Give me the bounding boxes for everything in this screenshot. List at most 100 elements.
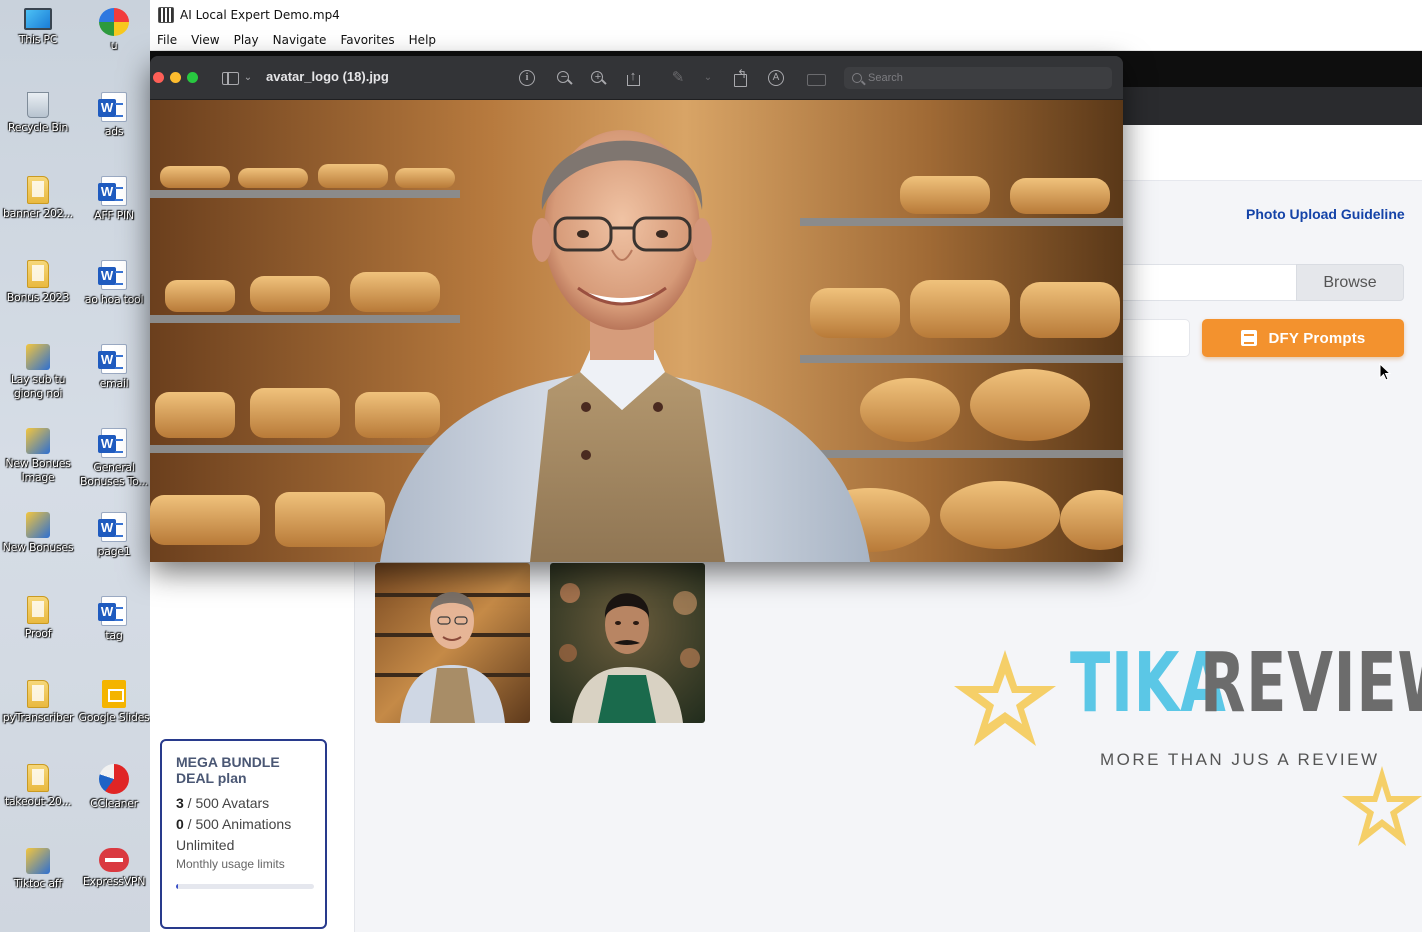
menu-view[interactable]: View bbox=[191, 33, 219, 47]
desktop-icon-label: New Bonues Image bbox=[5, 457, 71, 484]
expressvpn-icon bbox=[99, 848, 129, 872]
star-outline-icon bbox=[954, 650, 1056, 746]
chevron-down-icon[interactable]: ⌄ bbox=[698, 68, 718, 88]
watermark-tagline: MORE THAN JUS A REVIEW bbox=[1100, 750, 1380, 769]
viewer-search-input[interactable] bbox=[868, 72, 1098, 84]
desktop-icon-u[interactable]: u bbox=[76, 8, 152, 53]
desktop-icon-general-bonuses[interactable]: General Bonuses To... bbox=[76, 428, 152, 489]
avatar-baker-image bbox=[375, 563, 530, 723]
folder-icon bbox=[27, 680, 49, 708]
avatar-thumbnail[interactable] bbox=[375, 563, 530, 723]
this-pc-icon bbox=[24, 8, 52, 30]
photo-upload-guideline-link[interactable]: Photo Upload Guideline bbox=[1246, 206, 1405, 222]
menu-favorites[interactable]: Favorites bbox=[340, 33, 394, 47]
avatars-used-count: 3 bbox=[176, 795, 184, 811]
browse-button[interactable]: Browse bbox=[1296, 264, 1404, 301]
zoom-in-icon[interactable]: + bbox=[588, 68, 608, 88]
plan-card: MEGA BUNDLE DEAL plan 3 / 500 Avatars 0 … bbox=[160, 739, 327, 929]
search-icon bbox=[852, 73, 862, 83]
tika-review-watermark: TIKA REVIEW MORE THAN JUS A REVIEW bbox=[950, 636, 1422, 856]
desktop-icon-label: AFF PIN bbox=[94, 209, 134, 222]
plan-usage-note: Monthly usage limits bbox=[176, 857, 285, 871]
menu-file[interactable]: File bbox=[157, 33, 177, 47]
rotate-icon[interactable] bbox=[731, 64, 751, 88]
sidebar-toggle-icon[interactable] bbox=[220, 68, 240, 88]
dfy-prompts-button[interactable]: DFY Prompts bbox=[1202, 319, 1404, 357]
info-icon[interactable] bbox=[517, 68, 537, 88]
player-title: AI Local Expert Demo.mp4 bbox=[180, 8, 340, 22]
desktop-icon-ads[interactable]: ads bbox=[76, 92, 152, 139]
desktop-icon-label: Google Slides bbox=[78, 711, 150, 724]
desktop-icon-takeout[interactable]: takeout-20... bbox=[0, 764, 76, 809]
desktop-icon-label: ao hoa tool bbox=[84, 293, 144, 306]
desktop-icon-label: Proof bbox=[24, 627, 52, 640]
annotate-icon[interactable] bbox=[766, 68, 786, 88]
word-doc-icon bbox=[98, 344, 127, 374]
word-doc-icon bbox=[98, 92, 127, 122]
player-menubar: File View Play Navigate Favorites Help bbox=[150, 30, 1422, 51]
animations-usage: 0 / 500 Animations bbox=[176, 816, 311, 833]
viewer-filename: avatar_logo (18).jpg bbox=[266, 69, 389, 84]
sign-icon[interactable] bbox=[806, 68, 826, 88]
desktop-icon-aff-pin[interactable]: AFF PIN bbox=[76, 176, 152, 223]
desktop-icon-ccleaner[interactable]: CCleaner bbox=[76, 764, 152, 811]
desktop-icon-expressvpn[interactable]: ExpressVPN bbox=[76, 848, 152, 889]
desktop-icon-new-bonues-image[interactable]: New Bonues Image bbox=[0, 428, 76, 485]
desktop-icon-label: Bonus 2023 bbox=[6, 291, 70, 304]
folder-icon bbox=[27, 260, 49, 288]
desktop-icon-banner[interactable]: banner 202... bbox=[0, 176, 76, 221]
zoom-window-button[interactable] bbox=[187, 72, 198, 83]
usage-progress-bar bbox=[176, 884, 314, 889]
viewer-search-box[interactable] bbox=[844, 67, 1112, 89]
document-icon bbox=[1240, 330, 1257, 346]
minimize-window-button[interactable] bbox=[170, 72, 181, 83]
desktop-icon-lay-sub[interactable]: Lay sub tu giong noi bbox=[0, 344, 76, 401]
word-doc-icon bbox=[98, 176, 127, 206]
film-icon bbox=[158, 7, 174, 23]
viewer-image[interactable] bbox=[150, 100, 1123, 562]
desktop-icon-label: banner 202... bbox=[2, 207, 74, 220]
plan-unlimited: Unlimited bbox=[176, 837, 235, 853]
markup-pen-icon[interactable]: ✎ bbox=[668, 68, 688, 88]
desktop-icon-proof[interactable]: Proof bbox=[0, 596, 76, 641]
menu-play[interactable]: Play bbox=[234, 33, 259, 47]
app-icon bbox=[26, 428, 50, 454]
menu-navigate[interactable]: Navigate bbox=[273, 33, 327, 47]
desktop-icon-label: CCleaner bbox=[90, 797, 138, 810]
desktop-icon-bonus-2023[interactable]: Bonus 2023 bbox=[0, 260, 76, 305]
desktop-icon-this-pc[interactable]: This PC bbox=[0, 8, 76, 47]
menu-help[interactable]: Help bbox=[409, 33, 436, 47]
baker-photo bbox=[150, 100, 1123, 562]
desktop-icon-label: This PC bbox=[18, 33, 58, 46]
star-outline-icon bbox=[1342, 766, 1422, 846]
player-titlebar: AI Local Expert Demo.mp4 bbox=[150, 0, 1422, 30]
desktop-icon-google-slides[interactable]: Google Slides bbox=[76, 680, 152, 725]
desktop-icon-pytranscriber[interactable]: pyTranscriber bbox=[0, 680, 76, 725]
avatar-florist-image bbox=[550, 563, 705, 723]
desktop-icon-email[interactable]: email bbox=[76, 344, 152, 391]
share-icon[interactable] bbox=[623, 66, 643, 88]
desktop-icon-ao-hoa-tool[interactable]: ao hoa tool bbox=[76, 260, 152, 307]
folder-icon bbox=[27, 764, 49, 792]
desktop-icon-recycle-bin[interactable]: Recycle Bin bbox=[0, 92, 76, 135]
google-slides-icon bbox=[102, 680, 126, 708]
chevron-down-icon[interactable]: ⌄ bbox=[238, 68, 258, 88]
word-doc-icon bbox=[98, 512, 127, 542]
close-window-button[interactable] bbox=[153, 72, 164, 83]
prompt-input[interactable] bbox=[1120, 319, 1190, 357]
desktop-icon-label: u bbox=[110, 39, 118, 52]
word-doc-icon bbox=[98, 260, 127, 290]
mouse-cursor-icon bbox=[1379, 363, 1391, 381]
desktop-icon-tag[interactable]: tag bbox=[76, 596, 152, 643]
desktop-icon-label: tag bbox=[105, 629, 123, 642]
desktop-icon-label: New Bonuses bbox=[2, 541, 74, 554]
dfy-prompts-label: DFY Prompts bbox=[1268, 329, 1366, 347]
desktop-icon-page1[interactable]: page1 bbox=[76, 512, 152, 559]
photo-file-input[interactable] bbox=[1120, 264, 1296, 301]
watermark-word-review: REVIEW bbox=[1200, 636, 1422, 731]
avatar-thumbnail[interactable] bbox=[550, 563, 705, 723]
zoom-out-icon[interactable]: − bbox=[554, 68, 574, 88]
recycle-bin-icon bbox=[27, 92, 49, 118]
desktop-icon-new-bonuses[interactable]: New Bonuses bbox=[0, 512, 76, 555]
desktop-icon-tiktoc-aff[interactable]: Tiktoc aff bbox=[0, 848, 76, 891]
